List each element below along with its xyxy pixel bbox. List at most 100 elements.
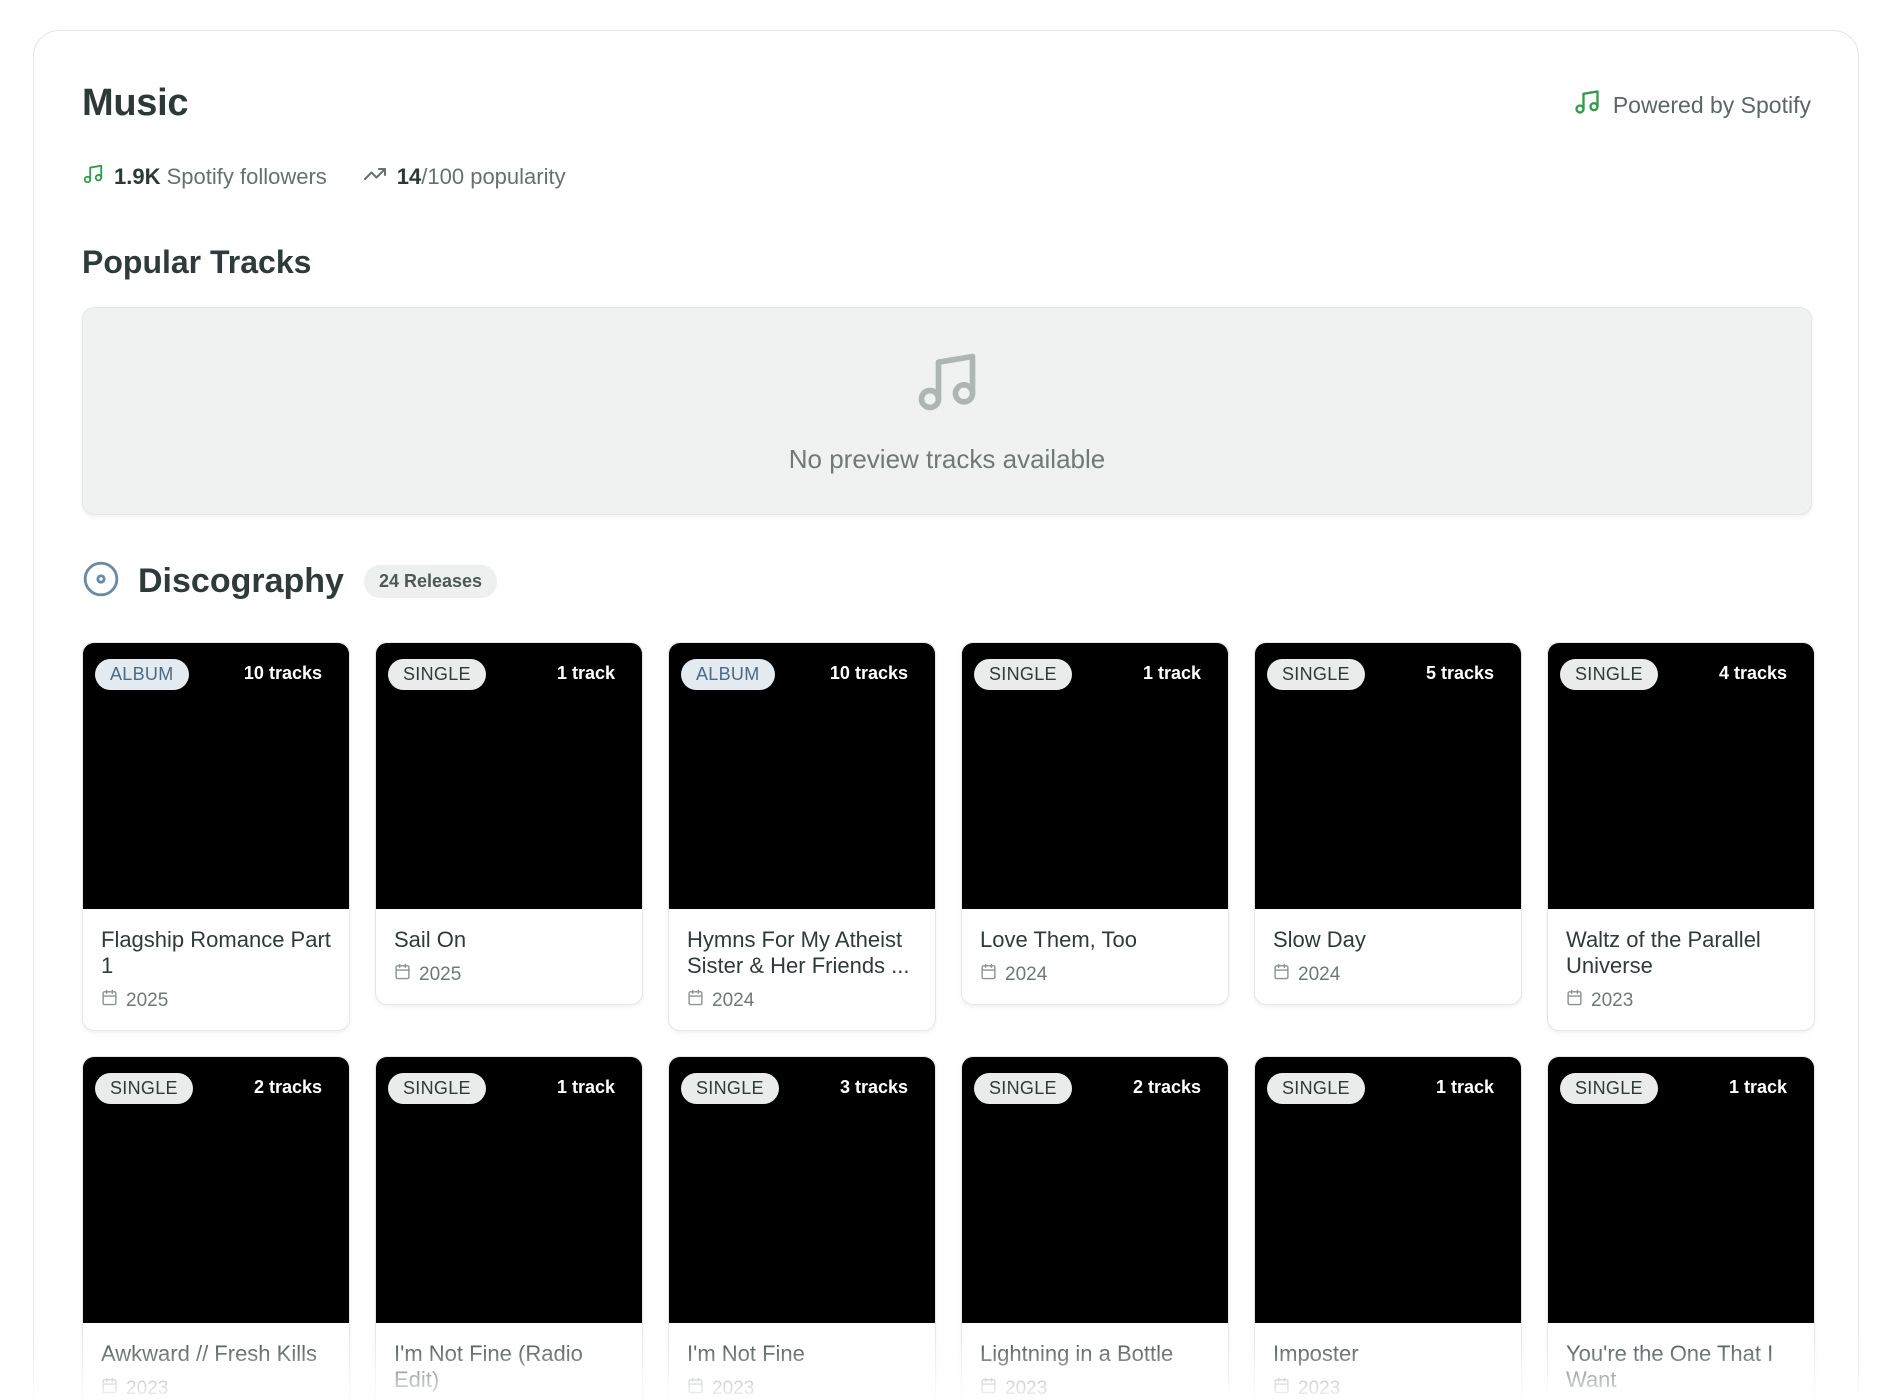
release-year: 2023 xyxy=(980,1377,1210,1400)
powered-by-spotify[interactable]: Powered by Spotify xyxy=(1573,88,1811,122)
release-meta: Imposter 2023 xyxy=(1255,1323,1521,1400)
calendar-icon xyxy=(1273,1377,1290,1400)
release-meta: I'm Not Fine (Radio Edit)2023 xyxy=(376,1323,642,1400)
calendar-icon xyxy=(687,989,704,1012)
album-artwork[interactable]: SINGLE 2 tracks xyxy=(83,1057,349,1323)
album-artwork[interactable]: SINGLE 1 track xyxy=(376,643,642,909)
calendar-icon xyxy=(980,1377,997,1400)
release-year: 2025 xyxy=(101,989,331,1012)
release-name: Waltz of the Parallel Universe xyxy=(1566,927,1761,978)
track-count: 10 tracks xyxy=(829,663,908,683)
calendar-icon xyxy=(101,989,118,1012)
release-card[interactable]: SINGLE 1 track You're the One That I Want xyxy=(1547,1056,1815,1400)
release-name: Hymns For My Atheist Sister & Her Friend… xyxy=(687,927,910,978)
discography-heading: Discography xyxy=(138,562,344,600)
release-type-badge: SINGLE xyxy=(1560,1073,1658,1104)
release-type-badge: ALBUM xyxy=(681,659,775,690)
music-note-icon xyxy=(1573,88,1601,122)
popular-tracks-empty-state: No preview tracks available xyxy=(82,307,1812,515)
release-card[interactable]: SINGLE 1 track Sail On 2025 xyxy=(375,642,643,1005)
release-meta: Slow Day 2024 xyxy=(1255,909,1521,1004)
album-artwork[interactable]: ALBUM 10 tracks xyxy=(83,643,349,909)
release-card[interactable]: SINGLE 1 track I'm Not Fine (Radio Edit)20… xyxy=(375,1056,643,1400)
release-meta: Awkward // Fresh Kills 2023 xyxy=(83,1323,349,1400)
release-name: Slow Day xyxy=(1273,927,1366,952)
release-card[interactable]: SINGLE 2 tracks Lightning in a Bottle 2023 xyxy=(961,1056,1229,1400)
release-year-label: 2023 xyxy=(1591,989,1634,1011)
release-name: Lightning in a Bottle xyxy=(980,1341,1174,1366)
release-year: 2024 xyxy=(687,989,917,1012)
empty-message: No preview tracks available xyxy=(788,444,1106,474)
popularity-stat: 14/100 popularity xyxy=(363,162,566,192)
release-type-badge: ALBUM xyxy=(95,659,189,690)
album-artwork[interactable]: SINGLE 1 track xyxy=(962,643,1228,909)
release-year-label: 2025 xyxy=(126,989,169,1011)
release-meta: Flagship Romance Part 1 2025 xyxy=(83,909,349,1030)
track-count: 10 tracks xyxy=(243,663,322,683)
release-card[interactable]: ALBUM 10 tracks Hymns For My Atheist Siste… xyxy=(668,642,936,1031)
release-type-badge: SINGLE xyxy=(388,1073,486,1104)
calendar-icon xyxy=(1273,963,1290,986)
album-artwork[interactable]: ALBUM 10 tracks xyxy=(669,643,935,909)
album-artwork[interactable]: SINGLE 5 tracks xyxy=(1255,643,1521,909)
followers-stat: 1.9K Spotify followers xyxy=(82,163,327,191)
release-year-label: 2024 xyxy=(712,989,755,1011)
release-year: 2023 xyxy=(101,1377,331,1400)
track-count: 2 tracks xyxy=(253,1077,322,1097)
release-name: Imposter xyxy=(1273,1341,1359,1366)
release-year: 2025 xyxy=(394,963,624,986)
album-artwork[interactable]: SINGLE 1 track xyxy=(1548,1057,1814,1323)
release-name: You're the One That I Want xyxy=(1566,1341,1774,1392)
release-count-badge: 24 Releases xyxy=(363,565,498,598)
calendar-icon xyxy=(101,1377,118,1400)
release-grid: ALBUM 10 tracks Flagship Romance Part 1 202… xyxy=(82,642,1815,1400)
followers-value: 1.9K xyxy=(114,164,161,189)
release-year: 2024 xyxy=(1273,963,1503,986)
release-type-badge: SINGLE xyxy=(681,1073,779,1104)
track-count: 2 tracks xyxy=(1132,1077,1201,1097)
release-type-badge: SINGLE xyxy=(95,1073,193,1104)
release-meta: Waltz of the Parallel Universe 2023 xyxy=(1548,909,1814,1030)
discography-header: Discography 24 Releases xyxy=(82,560,498,603)
album-artwork[interactable]: SINGLE 1 track xyxy=(1255,1057,1521,1323)
track-count: 4 tracks xyxy=(1718,663,1787,683)
release-card[interactable]: SINGLE 1 track Imposter 2023 xyxy=(1254,1056,1522,1400)
release-type-badge: SINGLE xyxy=(1560,659,1658,690)
release-name: I'm Not Fine (Radio Edit) xyxy=(394,1341,583,1392)
popular-tracks-heading: Popular Tracks xyxy=(82,244,312,280)
calendar-icon xyxy=(687,1377,704,1400)
powered-by-label: Powered by Spotify xyxy=(1612,91,1811,118)
artist-stats: 1.9K Spotify followers 14/100 popularity xyxy=(82,162,566,192)
release-name: Awkward // Fresh Kills xyxy=(101,1341,317,1366)
release-card[interactable]: SINGLE 3 tracks I'm Not Fine 2023 xyxy=(668,1056,936,1400)
track-count: 1 track xyxy=(1435,1077,1494,1097)
track-count: 3 tracks xyxy=(839,1077,908,1097)
release-meta: I'm Not Fine 2023 xyxy=(669,1323,935,1400)
trending-up-icon xyxy=(363,162,387,192)
calendar-icon xyxy=(1566,989,1583,1012)
release-year: 2023 xyxy=(1273,1377,1503,1400)
release-year: 2024 xyxy=(980,963,1210,986)
track-count: 1 track xyxy=(556,663,615,683)
music-note-icon xyxy=(913,348,981,421)
album-artwork[interactable]: SINGLE 3 tracks xyxy=(669,1057,935,1323)
release-type-badge: SINGLE xyxy=(974,1073,1072,1104)
release-card[interactable]: ALBUM 10 tracks Flagship Romance Part 1 202… xyxy=(82,642,350,1031)
release-year: 2023 xyxy=(1566,989,1796,1012)
release-card[interactable]: SINGLE 2 tracks Awkward // Fresh Kills 2023 xyxy=(82,1056,350,1400)
release-meta: Hymns For My Atheist Sister & Her Friend… xyxy=(669,909,935,1030)
release-type-badge: SINGLE xyxy=(388,659,486,690)
release-card[interactable]: SINGLE 4 tracks Waltz of the Parallel Univ… xyxy=(1547,642,1815,1031)
release-meta: Sail On 2025 xyxy=(376,909,642,1004)
track-count: 1 track xyxy=(1142,663,1201,683)
album-artwork[interactable]: SINGLE 1 track xyxy=(376,1057,642,1323)
music-note-icon xyxy=(82,163,104,191)
release-card[interactable]: SINGLE 5 tracks Slow Day 2024 xyxy=(1254,642,1522,1005)
release-year-label: 2023 xyxy=(126,1377,169,1399)
release-year-label: 2024 xyxy=(1298,963,1341,985)
calendar-icon xyxy=(394,963,411,986)
album-artwork[interactable]: SINGLE 2 tracks xyxy=(962,1057,1228,1323)
album-artwork[interactable]: SINGLE 4 tracks xyxy=(1548,643,1814,909)
calendar-icon xyxy=(980,963,997,986)
release-card[interactable]: SINGLE 1 track Love Them, Too 2024 xyxy=(961,642,1229,1005)
